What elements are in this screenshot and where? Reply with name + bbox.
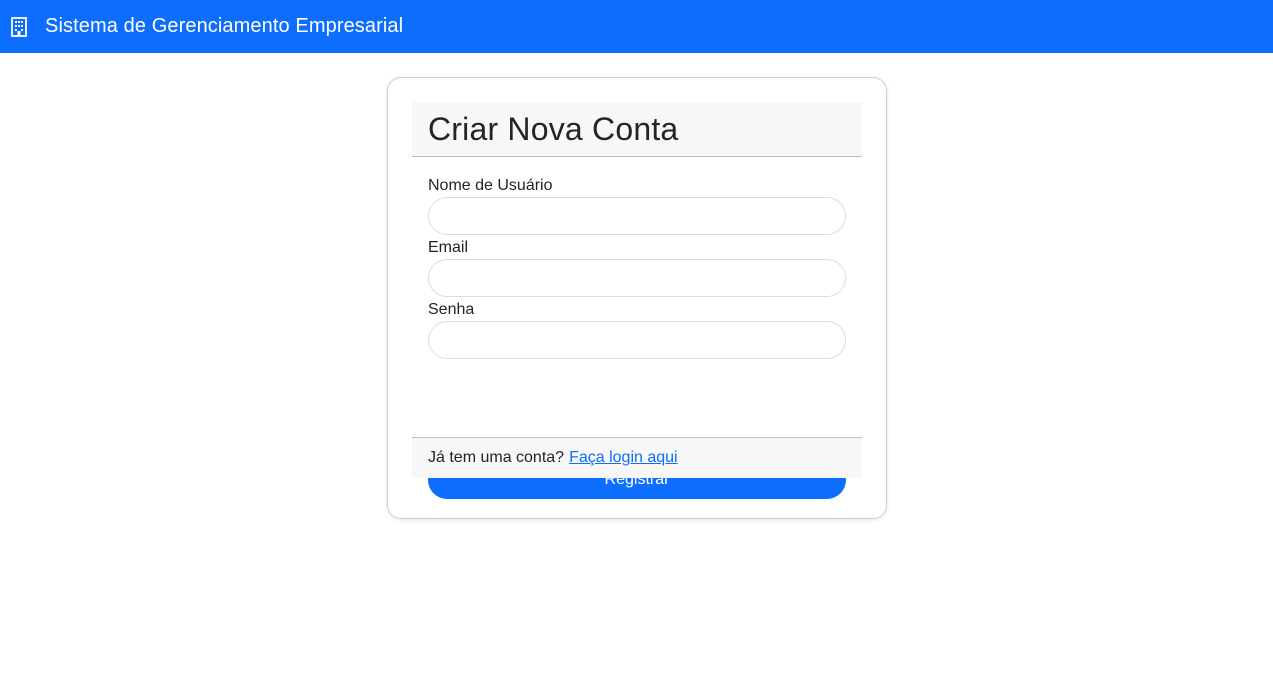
register-form: Nome de Usuário Email Senha Registrar (428, 175, 846, 499)
email-label: Email (428, 239, 469, 256)
app-title[interactable]: Sistema de Gerenciamento Empresarial (45, 15, 403, 38)
top-navbar: Sistema de Gerenciamento Empresarial (0, 0, 1273, 53)
page-title: Criar Nova Conta (428, 110, 679, 147)
username-input[interactable] (428, 197, 846, 235)
footer-text: Já tem uma conta? (428, 449, 565, 466)
password-label: Senha (428, 301, 475, 318)
email-input[interactable] (428, 259, 846, 297)
login-link[interactable]: Faça login aqui (569, 449, 678, 467)
username-label: Nome de Usuário (428, 177, 553, 194)
password-input[interactable] (428, 321, 846, 359)
building-icon (10, 16, 28, 37)
register-card: Criar Nova Conta Nome de Usuário Email S… (387, 77, 887, 519)
card-footer: Já tem uma conta? Faça login aqui (412, 437, 862, 478)
card-header: Criar Nova Conta (412, 102, 862, 157)
